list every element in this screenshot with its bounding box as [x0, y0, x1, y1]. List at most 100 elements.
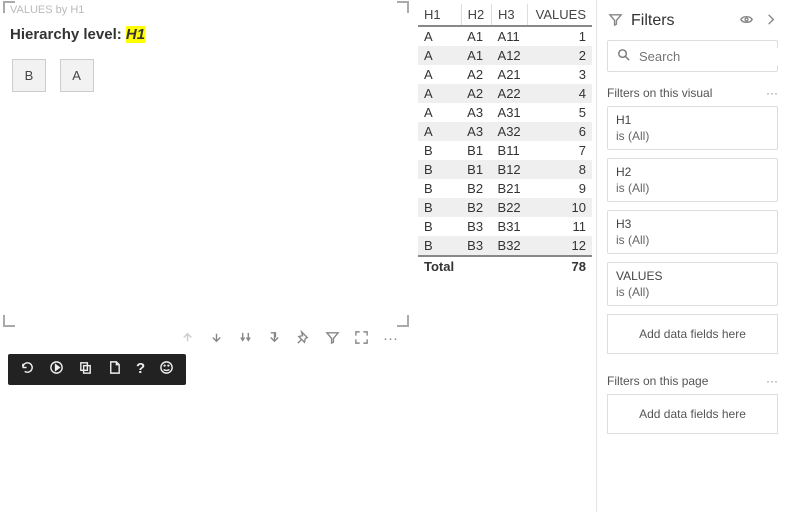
- table-row[interactable]: BB3B3212: [418, 236, 592, 256]
- play-icon[interactable]: [49, 360, 64, 379]
- visual-frame[interactable]: VALUES by H1 Hierarchy level: H1 B A: [6, 4, 406, 324]
- drill-down-icon[interactable]: [209, 330, 224, 349]
- refresh-icon[interactable]: [20, 360, 35, 379]
- data-table: H1 H2 H3 VALUES AA1A111AA1A122AA2A213AA2…: [418, 4, 592, 276]
- cell-value: 9: [528, 179, 592, 198]
- filters-panel: Filters Filters on this visual ··· H1is …: [596, 0, 786, 512]
- cell-h1: B: [418, 141, 461, 160]
- expand-hierarchy-icon[interactable]: [267, 330, 282, 349]
- cell-h1: A: [418, 122, 461, 141]
- cell-h3: B32: [492, 236, 528, 256]
- help-icon[interactable]: ?: [136, 360, 145, 379]
- cell-h2: A1: [461, 46, 491, 65]
- resize-handle-tr[interactable]: [397, 1, 409, 13]
- table-row[interactable]: BB2B219: [418, 179, 592, 198]
- section-page-more-icon[interactable]: ···: [766, 374, 778, 388]
- filter-card-condition: is (All): [616, 285, 649, 299]
- visual-title: VALUES by H1: [6, 4, 406, 16]
- eye-icon[interactable]: [738, 12, 754, 30]
- filter-card[interactable]: VALUESis (All): [607, 262, 778, 306]
- feedback-icon[interactable]: [159, 360, 174, 379]
- section-page-header: Filters on this page ···: [607, 374, 778, 388]
- cell-h3: B11: [492, 141, 528, 160]
- table-row[interactable]: BB2B2210: [418, 198, 592, 217]
- filter-icon[interactable]: [325, 330, 340, 349]
- cell-h3: A22: [492, 84, 528, 103]
- table-row[interactable]: AA2A213: [418, 65, 592, 84]
- cell-h3: B12: [492, 160, 528, 179]
- more-options-icon[interactable]: ···: [383, 330, 398, 349]
- total-value: 78: [528, 256, 592, 276]
- col-h2[interactable]: H2: [461, 4, 491, 26]
- col-values[interactable]: VALUES: [528, 4, 592, 26]
- cell-h3: B22: [492, 198, 528, 217]
- add-fields-page[interactable]: Add data fields here: [607, 394, 778, 434]
- cell-h3: A12: [492, 46, 528, 65]
- table-row[interactable]: AA1A122: [418, 46, 592, 65]
- section-visual-label: Filters on this visual: [607, 86, 766, 100]
- filters-title: Filters: [631, 12, 730, 30]
- cell-h3: A11: [492, 26, 528, 46]
- focus-mode-icon[interactable]: [354, 330, 369, 349]
- filter-card[interactable]: H3 is (All): [607, 210, 778, 254]
- cell-h3: A32: [492, 122, 528, 141]
- cell-h2: B1: [461, 141, 491, 160]
- filter-card-name: H2: [616, 165, 769, 179]
- table-row[interactable]: AA1A111: [418, 26, 592, 46]
- copy-icon[interactable]: [78, 360, 93, 379]
- filter-card-name: H1: [616, 113, 769, 127]
- add-fields-visual[interactable]: Add data fields here: [607, 314, 778, 354]
- canvas-area: VALUES by H1 Hierarchy level: H1 B A: [0, 0, 596, 512]
- filter-card-condition: is (All): [616, 181, 649, 195]
- cell-h2: B2: [461, 198, 491, 217]
- table-row[interactable]: BB3B3111: [418, 217, 592, 236]
- filters-header: Filters: [607, 6, 778, 40]
- cell-h1: B: [418, 179, 461, 198]
- cell-value: 11: [528, 217, 592, 236]
- table-row[interactable]: AA3A326: [418, 122, 592, 141]
- pill-a[interactable]: A: [60, 59, 94, 92]
- cell-h1: A: [418, 84, 461, 103]
- new-page-icon[interactable]: [107, 360, 122, 379]
- col-h1[interactable]: H1: [418, 4, 461, 26]
- filter-card[interactable]: H2 is (All): [607, 158, 778, 202]
- filter-card[interactable]: H1is (All): [607, 106, 778, 150]
- filter-card-name: H3: [616, 217, 769, 231]
- cell-value: 7: [528, 141, 592, 160]
- resize-handle-br[interactable]: [397, 315, 409, 327]
- cell-value: 8: [528, 160, 592, 179]
- table-row[interactable]: AA3A315: [418, 103, 592, 122]
- cell-h2: A3: [461, 122, 491, 141]
- cell-value: 12: [528, 236, 592, 256]
- table-row[interactable]: BB1B117: [418, 141, 592, 160]
- collapse-pane-icon[interactable]: [762, 12, 778, 30]
- pill-b[interactable]: B: [12, 59, 46, 92]
- cell-h3: B21: [492, 179, 528, 198]
- cell-value: 4: [528, 84, 592, 103]
- table-row[interactable]: BB1B128: [418, 160, 592, 179]
- expand-all-down-icon[interactable]: [238, 330, 253, 349]
- resize-handle-tl[interactable]: [3, 1, 15, 13]
- table-row[interactable]: AA2A224: [418, 84, 592, 103]
- cell-h1: B: [418, 198, 461, 217]
- section-page-label: Filters on this page: [607, 374, 766, 388]
- cell-h1: A: [418, 65, 461, 84]
- total-label: Total: [418, 256, 461, 276]
- resize-handle-bl[interactable]: [3, 315, 15, 327]
- cell-h2: B3: [461, 217, 491, 236]
- pin-icon[interactable]: [296, 330, 311, 349]
- cell-h2: A2: [461, 84, 491, 103]
- filter-search-input[interactable]: [637, 48, 786, 65]
- col-h3[interactable]: H3: [492, 4, 528, 26]
- cell-h1: A: [418, 103, 461, 122]
- filter-search[interactable]: [607, 40, 778, 72]
- drill-up-icon[interactable]: [180, 330, 195, 349]
- hierarchy-label: Hierarchy level: H1: [6, 16, 406, 57]
- cell-value: 6: [528, 122, 592, 141]
- cell-h3: A21: [492, 65, 528, 84]
- filter-card-condition: is (All): [616, 233, 649, 247]
- cell-h1: A: [418, 26, 461, 46]
- section-visual-more-icon[interactable]: ···: [766, 86, 778, 100]
- section-visual-header: Filters on this visual ···: [607, 86, 778, 100]
- visual-toolbar: ···: [180, 330, 398, 349]
